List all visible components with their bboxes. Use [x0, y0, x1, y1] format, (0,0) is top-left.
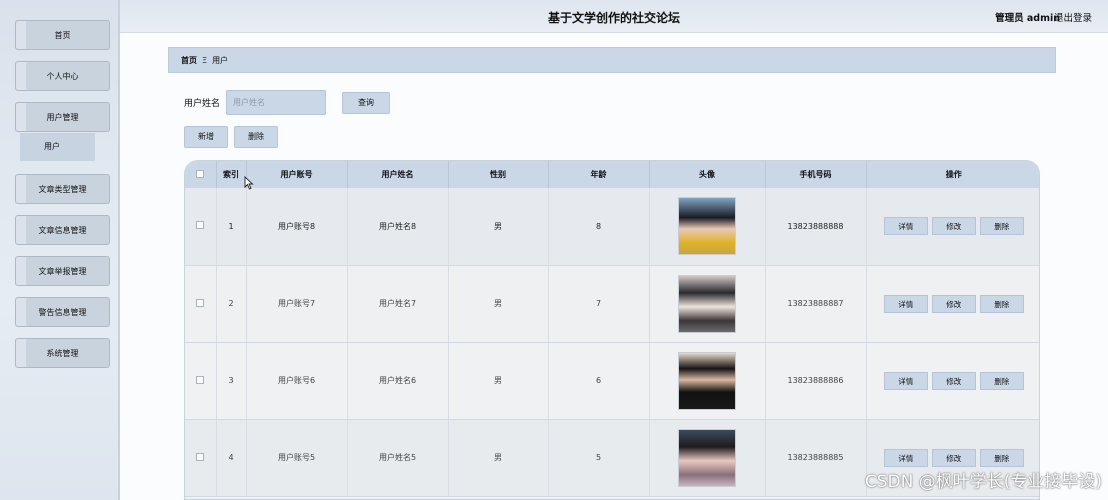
avatar	[678, 197, 736, 256]
cell-phone: 13823888888	[765, 188, 867, 266]
cell-account: 用户账号6	[246, 342, 348, 420]
cell-index: 4	[216, 419, 247, 497]
breadcrumb: 首页 Ξ 用户	[168, 47, 1056, 73]
cell-age: 7	[548, 265, 650, 343]
column-header-name: 用户姓名	[347, 161, 449, 188]
column-header-age: 年龄	[548, 161, 650, 188]
delete-button[interactable]: 删除	[979, 371, 1024, 390]
table-header-row: 索引 用户账号 用户姓名 性别 年龄 头像 手机号码 操作	[185, 161, 1039, 188]
edit-button[interactable]: 修改	[931, 448, 976, 467]
batch-delete-button[interactable]: 删除	[234, 126, 278, 148]
cell-account: 用户账号8	[246, 188, 348, 266]
edit-button[interactable]: 修改	[931, 217, 976, 236]
cell-phone: 13823888887	[765, 265, 867, 343]
detail-button[interactable]: 详情	[883, 448, 928, 467]
user-table: 索引 用户账号 用户姓名 性别 年龄 头像 手机号码 操作 1 用户账号8 用户…	[184, 160, 1040, 500]
avatar	[678, 351, 736, 410]
row-checkbox[interactable]	[196, 221, 205, 230]
column-header-gender: 性别	[448, 161, 549, 188]
logout-link[interactable]: 退出登录	[1054, 10, 1092, 24]
sidebar-item-system-management[interactable]: 系统管理	[15, 338, 110, 368]
table-row: 1 用户账号8 用户姓名8 男 8 13823888888 详情 修改 删除	[185, 188, 1039, 266]
breadcrumb-current: 用户	[212, 56, 229, 65]
column-header-index: 索引	[216, 161, 247, 188]
sidebar-item-article-report-management[interactable]: 文章举报管理	[15, 256, 110, 286]
mouse-cursor-icon	[244, 176, 254, 190]
column-header-select[interactable]	[185, 161, 217, 188]
add-button[interactable]: 新增	[184, 126, 228, 148]
cell-name: 用户姓名5	[347, 419, 449, 497]
detail-button[interactable]: 详情	[883, 217, 928, 236]
row-checkbox[interactable]	[196, 298, 205, 307]
avatar	[678, 428, 736, 487]
delete-button[interactable]: 删除	[979, 217, 1024, 236]
cell-name: 用户姓名6	[347, 342, 449, 420]
site-title: 基于文学创作的社交论坛	[547, 11, 680, 25]
cell-index: 3	[216, 342, 247, 420]
detail-button[interactable]: 详情	[883, 294, 928, 313]
sidebar-subitem-user[interactable]: 用户	[20, 133, 95, 161]
column-header-account: 用户账号	[246, 161, 348, 188]
sidebar-item-home[interactable]: 首页	[15, 20, 110, 50]
edit-button[interactable]: 修改	[931, 294, 976, 313]
cell-age: 6	[548, 342, 650, 420]
cell-gender: 男	[448, 419, 549, 497]
table-row: 2 用户账号7 用户姓名7 男 7 13823888887 详情 修改 删除	[185, 265, 1039, 343]
top-bar: 基于文学创作的社交论坛 管理员 admin 退出登录	[120, 0, 1108, 33]
table-row: 3 用户账号6 用户姓名6 男 6 13823888886 详情 修改 删除	[185, 342, 1039, 420]
breadcrumb-home[interactable]: 首页	[181, 56, 197, 65]
search-input[interactable]	[226, 90, 326, 115]
sidebar-item-warning-info-management[interactable]: 警告信息管理	[15, 297, 110, 327]
edit-button[interactable]: 修改	[931, 371, 976, 390]
select-all-checkbox[interactable]	[196, 169, 205, 178]
breadcrumb-separator-icon: Ξ	[202, 56, 208, 65]
query-button[interactable]: 查询	[342, 92, 390, 114]
column-header-avatar: 头像	[649, 161, 766, 188]
sidebar-item-personal-center[interactable]: 个人中心	[15, 61, 110, 91]
cell-age: 8	[548, 188, 650, 266]
cell-index: 2	[216, 265, 247, 343]
cell-gender: 男	[448, 265, 549, 343]
cell-phone: 13823888886	[765, 342, 867, 420]
watermark: CSDN @枫叶学长(专业接毕设)	[864, 472, 1102, 492]
detail-button[interactable]: 详情	[883, 371, 928, 390]
search-label: 用户姓名	[184, 99, 221, 109]
cell-age: 5	[548, 419, 650, 497]
column-header-operations: 操作	[866, 161, 1039, 188]
delete-button[interactable]: 删除	[979, 448, 1024, 467]
cell-name: 用户姓名8	[347, 188, 449, 266]
cell-gender: 男	[448, 342, 549, 420]
row-checkbox[interactable]	[196, 452, 205, 461]
cell-account: 用户账号5	[246, 419, 348, 497]
cell-account: 用户账号7	[246, 265, 348, 343]
sidebar-item-user-management[interactable]: 用户管理	[15, 102, 110, 132]
cell-gender: 男	[448, 188, 549, 266]
cell-phone: 13823888885	[765, 419, 867, 497]
current-user: 管理员 admin	[995, 13, 1060, 24]
column-header-phone: 手机号码	[765, 161, 867, 188]
sidebar-item-article-info-management[interactable]: 文章信息管理	[15, 215, 110, 245]
avatar	[678, 274, 736, 333]
cell-name: 用户姓名7	[347, 265, 449, 343]
sidebar: 首页 个人中心 用户管理 用户 文章类型管理 文章信息管理 文章举报管理 警告信…	[0, 0, 120, 500]
row-checkbox[interactable]	[196, 375, 205, 384]
delete-button[interactable]: 删除	[979, 294, 1024, 313]
cell-index: 1	[216, 188, 247, 266]
sidebar-item-article-type-management[interactable]: 文章类型管理	[15, 174, 110, 204]
